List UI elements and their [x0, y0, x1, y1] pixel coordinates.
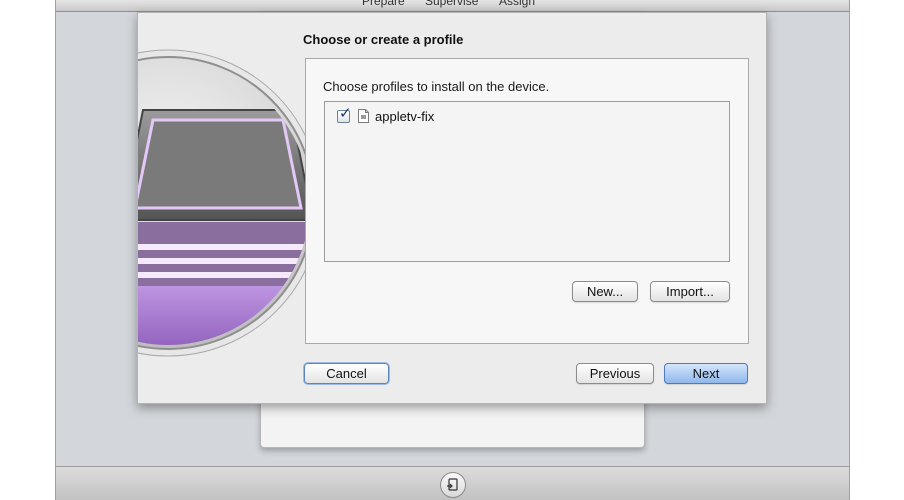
- list-item[interactable]: ✓ appletv-fix: [337, 106, 435, 124]
- import-profile-button[interactable]: Import...: [650, 281, 730, 302]
- tab-prepare[interactable]: Prepare: [362, 0, 405, 8]
- add-device-button[interactable]: [440, 472, 466, 498]
- cancel-button[interactable]: Cancel: [304, 363, 389, 384]
- tab-supervise[interactable]: Supervise: [425, 0, 478, 8]
- profile-checkbox[interactable]: ✓: [337, 106, 352, 123]
- bottom-bar: [56, 466, 849, 500]
- document-icon: [358, 109, 369, 123]
- ipad-device-icon: [138, 49, 322, 357]
- profile-list[interactable]: ✓ appletv-fix: [324, 101, 730, 262]
- next-button[interactable]: Next: [664, 363, 748, 384]
- profile-sheet: Choose or create a profile Choose profil…: [137, 12, 767, 404]
- checkmark-icon: ✓: [339, 104, 352, 122]
- add-device-icon: [447, 478, 458, 491]
- previous-button[interactable]: Previous: [576, 363, 654, 384]
- profile-panel: Choose profiles to install on the device…: [305, 58, 749, 344]
- profile-name: appletv-fix: [375, 108, 435, 124]
- new-profile-button[interactable]: New...: [572, 281, 638, 302]
- instructions-text: Choose profiles to install on the device…: [323, 79, 550, 94]
- toolbar: Prepare Supervise Assign: [56, 0, 849, 12]
- sheet-title: Choose or create a profile: [303, 32, 464, 47]
- tab-assign[interactable]: Assign: [499, 0, 535, 8]
